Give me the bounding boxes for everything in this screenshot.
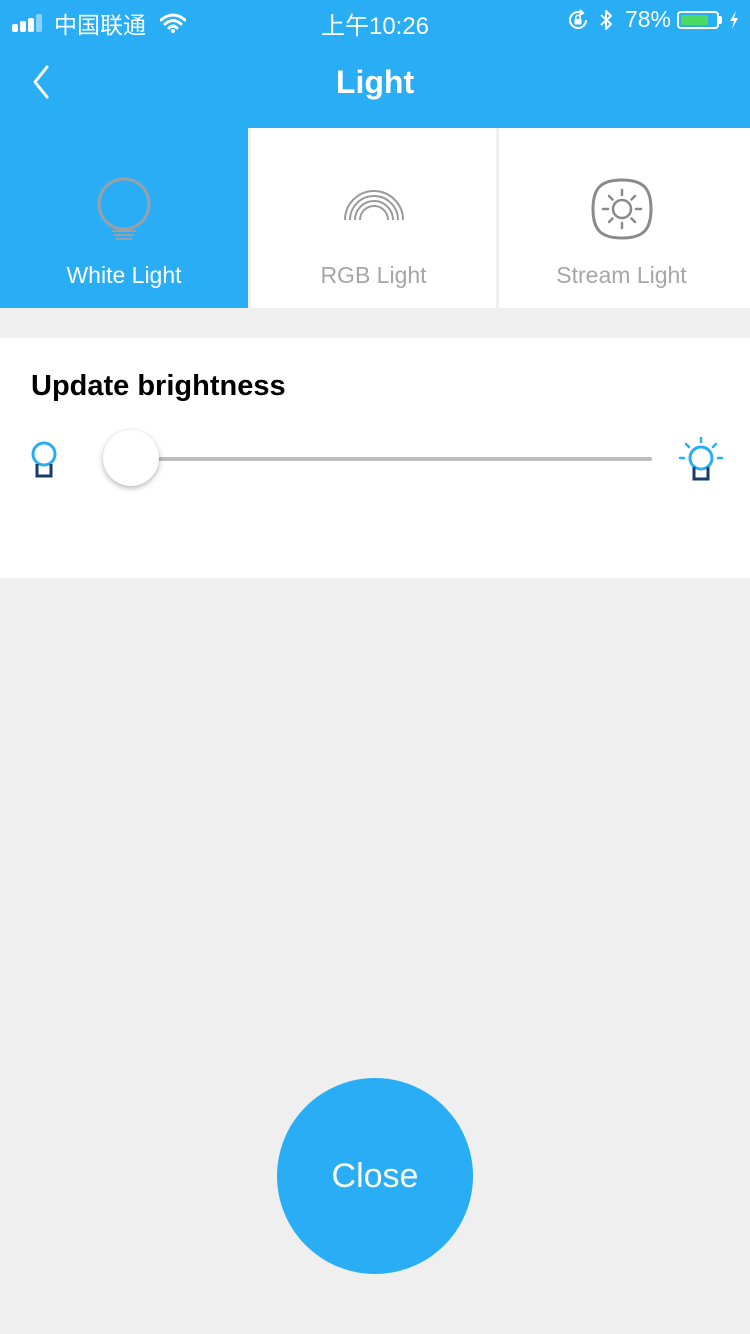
brightness-slider-thumb[interactable] xyxy=(103,430,159,486)
charging-icon xyxy=(730,10,738,29)
tab-white-light[interactable]: White Light xyxy=(0,128,248,308)
brightness-slider-track[interactable] xyxy=(104,457,652,461)
header-bar: 中国联通 上午10:26 78% Light xyxy=(0,0,750,128)
tab-label: RGB Light xyxy=(320,262,427,288)
bulb-icon xyxy=(97,177,151,240)
brightness-title: Update brightness xyxy=(31,370,286,402)
tab-label: Stream Light xyxy=(556,262,687,288)
battery-nub xyxy=(719,15,722,24)
sun-icon xyxy=(590,178,653,240)
tab-rgb-light[interactable]: RGB Light xyxy=(248,128,496,308)
bright-bulb-icon xyxy=(678,436,724,481)
page-title: Light xyxy=(335,64,415,100)
tab-label: White Light xyxy=(66,262,182,288)
tab-stream-light[interactable]: Stream Light xyxy=(496,128,744,308)
rainbow-icon xyxy=(343,190,404,221)
light-mode-tabs: White Light RGB Light Stream Light xyxy=(0,128,750,308)
battery-icon xyxy=(677,10,719,29)
close-button[interactable]: Close xyxy=(277,1078,473,1274)
battery-level-fill xyxy=(681,14,708,25)
battery-percent: 78% xyxy=(624,6,671,32)
bluetooth-icon xyxy=(600,9,612,30)
orientation-lock-icon xyxy=(568,8,587,29)
dim-bulb-icon xyxy=(31,441,57,478)
status-bar: 中国联通 上午10:26 78% xyxy=(0,0,750,40)
